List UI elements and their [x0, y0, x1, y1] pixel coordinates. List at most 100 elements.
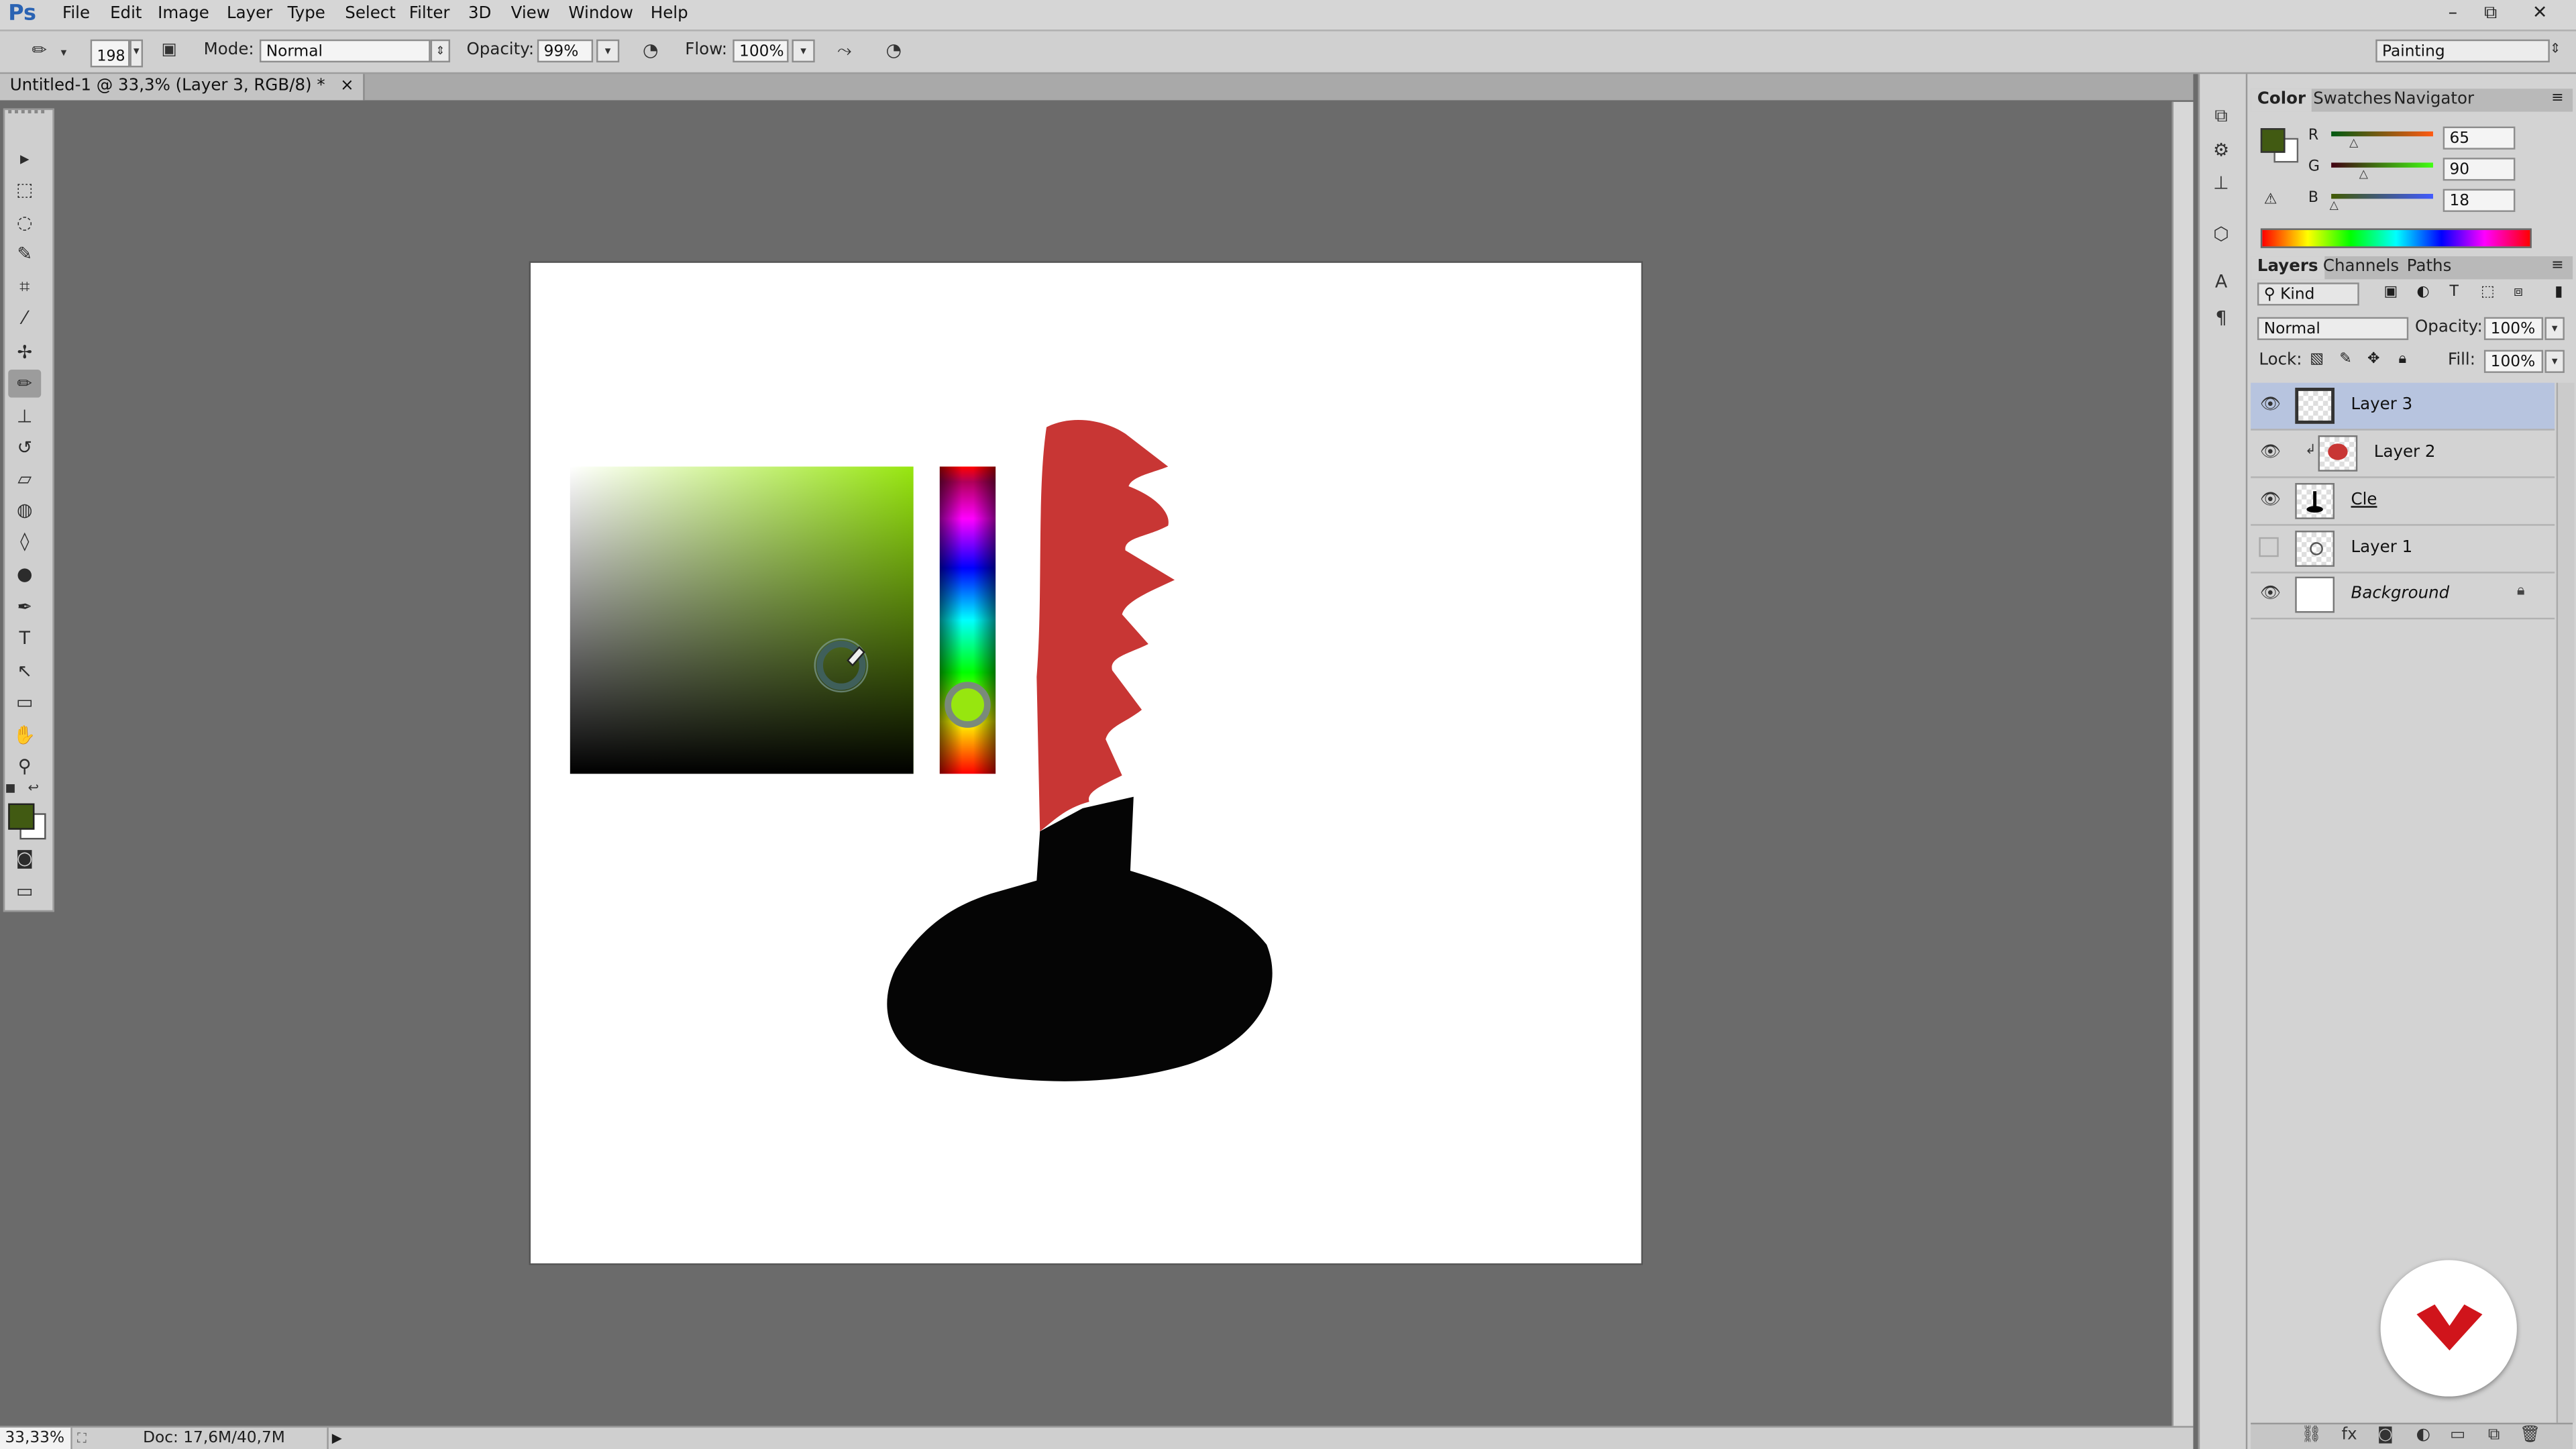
- lock-transparency-icon[interactable]: ▧: [2310, 352, 2324, 368]
- eyedropper-tool-icon[interactable]: ⁄: [8, 304, 41, 332]
- brush-size-dropdown[interactable]: ▾: [129, 39, 144, 68]
- hud-color-picker[interactable]: [570, 466, 996, 774]
- visibility-eye-icon[interactable]: 👁︎: [2259, 394, 2282, 417]
- menu-window[interactable]: Window: [568, 5, 633, 23]
- layer-name[interactable]: Layer 1: [2351, 539, 2413, 557]
- layer-row-layer-2[interactable]: 👁︎ ↲ Layer 2: [2251, 431, 2555, 478]
- default-colors-icon[interactable]: ◼: [5, 780, 15, 795]
- layer-name[interactable]: Layer 2: [2374, 443, 2436, 462]
- menu-layer[interactable]: Layer: [227, 5, 272, 23]
- channel-r-thumb[interactable]: △: [2349, 136, 2358, 150]
- history-brush-tool-icon[interactable]: ↺: [8, 434, 41, 462]
- menu-file[interactable]: File: [62, 5, 90, 23]
- swap-colors-icon[interactable]: ↩: [28, 780, 39, 795]
- pressure-size-icon[interactable]: ◔: [879, 38, 908, 64]
- type-tool-icon[interactable]: T: [8, 625, 41, 653]
- close-button[interactable]: ✕: [2525, 1, 2555, 24]
- blur-tool-icon[interactable]: ◊: [8, 527, 41, 555]
- flow-dropdown[interactable]: ▾: [792, 39, 815, 63]
- toolbox-grip[interactable]: [8, 110, 45, 121]
- layers-scrollbar[interactable]: [2556, 382, 2575, 1423]
- menu-edit[interactable]: Edit: [110, 5, 142, 23]
- channel-r-slider[interactable]: [2331, 131, 2433, 137]
- layer-name[interactable]: Layer 3: [2351, 396, 2413, 414]
- status-menu-icon[interactable]: ⛶: [77, 1428, 87, 1449]
- hue-selector-knob[interactable]: [945, 682, 991, 728]
- menu-image[interactable]: Image: [158, 5, 209, 23]
- lock-position-icon[interactable]: ✥: [2367, 352, 2379, 368]
- fill-dropdown[interactable]: ▾: [2544, 350, 2565, 373]
- healing-tool-icon[interactable]: ✢: [8, 338, 41, 366]
- layer-name[interactable]: Background: [2351, 585, 2450, 603]
- menu-type[interactable]: Type: [288, 5, 325, 23]
- hand-tool-icon[interactable]: ✋: [8, 721, 41, 749]
- menu-select[interactable]: Select: [345, 5, 396, 23]
- history-panel-icon[interactable]: ⧉: [2206, 103, 2236, 129]
- new-layer-icon[interactable]: ⧉: [2482, 1426, 2505, 1444]
- link-layers-icon[interactable]: ⛓: [2300, 1426, 2323, 1444]
- quick-mask-icon[interactable]: ◙: [8, 845, 41, 873]
- chevron-down-icon[interactable]: ▾: [61, 46, 67, 60]
- tab-color[interactable]: Color: [2251, 89, 2312, 112]
- color-spectrum-ramp[interactable]: [2260, 228, 2532, 248]
- filter-toggle-icon[interactable]: ▮: [2555, 284, 2563, 301]
- minimize-button[interactable]: –: [2438, 1, 2467, 24]
- workspace-select[interactable]: Painting: [2375, 39, 2550, 63]
- airbrush-icon[interactable]: ⤳: [830, 38, 859, 64]
- layer-row-background[interactable]: 👁︎ Background 🔒︎: [2251, 572, 2555, 620]
- menu-filter[interactable]: Filter: [409, 5, 450, 23]
- fill-field[interactable]: 100%: [2483, 350, 2544, 373]
- marquee-tool-icon[interactable]: ⬚: [8, 176, 41, 204]
- layer-opacity-dropdown[interactable]: ▾: [2544, 317, 2565, 340]
- layer-name[interactable]: Cle: [2351, 491, 2377, 509]
- layer-filter-select[interactable]: ⚲ Kind: [2257, 282, 2359, 306]
- workspace-dropdown-icon[interactable]: ⇕: [2550, 41, 2561, 56]
- layer-blend-mode-select[interactable]: Normal: [2257, 317, 2409, 340]
- visibility-toggle-off[interactable]: [2259, 537, 2279, 557]
- path-select-tool-icon[interactable]: ↖: [8, 657, 41, 686]
- status-arrow-icon[interactable]: ▶: [327, 1428, 348, 1449]
- document-canvas[interactable]: [531, 262, 1642, 1264]
- delete-layer-icon[interactable]: 🗑︎: [2518, 1426, 2541, 1444]
- restore-button[interactable]: ⧉: [2476, 1, 2506, 24]
- channel-g-slider[interactable]: [2331, 162, 2433, 168]
- channel-g-field[interactable]: 90: [2443, 158, 2516, 181]
- visibility-eye-icon[interactable]: 👁︎: [2259, 442, 2282, 465]
- lasso-tool-icon[interactable]: ◌: [8, 209, 41, 237]
- mode-dropdown-icon[interactable]: ⇕: [430, 39, 451, 63]
- brush-size-field[interactable]: 198: [90, 39, 130, 68]
- layer-row-layer-1[interactable]: Layer 1: [2251, 526, 2555, 574]
- gamut-warning-icon[interactable]: ⚠: [2264, 193, 2277, 209]
- dodge-tool-icon[interactable]: ●: [8, 560, 41, 588]
- character-panel-icon[interactable]: A: [2206, 270, 2236, 296]
- paint-bucket-tool-icon[interactable]: ◍: [8, 496, 41, 525]
- channel-r-field[interactable]: 65: [2443, 126, 2516, 150]
- channel-g-thumb[interactable]: △: [2359, 168, 2368, 181]
- tab-channels[interactable]: Channels: [2316, 256, 2406, 279]
- pen-tool-icon[interactable]: ✒: [8, 593, 41, 621]
- lock-pixels-icon[interactable]: ✎: [2339, 352, 2351, 368]
- tab-layers[interactable]: Layers: [2251, 256, 2325, 280]
- filter-pixel-icon[interactable]: ▣: [2383, 284, 2398, 301]
- layer-opacity-field[interactable]: 100%: [2483, 317, 2544, 340]
- vertical-scrollbar[interactable]: [2171, 101, 2194, 1426]
- channel-b-thumb[interactable]: △: [2330, 199, 2339, 212]
- zoom-tool-icon[interactable]: ⚲: [8, 753, 41, 781]
- color-panel-fg-swatch[interactable]: [2260, 128, 2286, 153]
- flow-field[interactable]: 100%: [733, 39, 789, 63]
- tab-swatches[interactable]: Swatches: [2306, 89, 2398, 111]
- screen-mode-icon[interactable]: ▭: [8, 877, 41, 906]
- 3d-panel-icon[interactable]: ⬡: [2206, 222, 2236, 248]
- layer-row-layer-3[interactable]: 👁︎ Layer 3: [2251, 382, 2555, 431]
- document-tab[interactable]: Untitled-1 @ 33,3% (Layer 3, RGB/8) * ×: [0, 74, 366, 101]
- visibility-eye-icon[interactable]: 👁︎: [2259, 583, 2282, 606]
- layer-row-cle[interactable]: 👁︎ Cle: [2251, 478, 2555, 526]
- brush-tool-icon[interactable]: ✏: [8, 370, 42, 398]
- menu-3d[interactable]: 3D: [468, 5, 491, 23]
- brush-presets-panel-icon[interactable]: ⊥: [2206, 171, 2236, 197]
- layers-panel-menu-icon[interactable]: ≡: [2551, 258, 2563, 274]
- tab-navigator[interactable]: Navigator: [2387, 89, 2480, 111]
- channel-b-field[interactable]: 18: [2443, 189, 2516, 212]
- quick-select-tool-icon[interactable]: ✎: [8, 240, 41, 268]
- visibility-eye-icon[interactable]: 👁︎: [2259, 490, 2282, 513]
